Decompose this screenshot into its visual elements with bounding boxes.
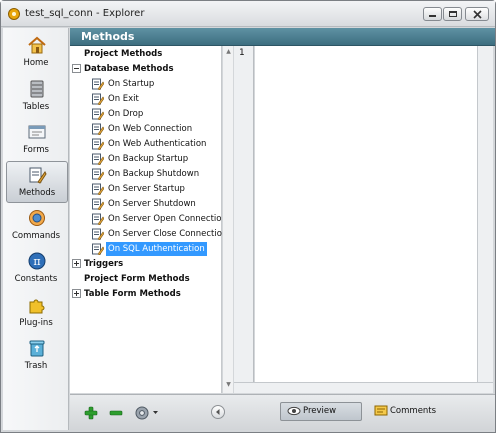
tree-item-project-form-methods[interactable]: Project Form Methods	[84, 272, 190, 286]
window-title: test_sql_conn - Explorer	[25, 8, 145, 19]
app-icon	[8, 8, 20, 20]
scroll-down-icon[interactable]: ▼	[224, 381, 233, 391]
method-icon	[92, 228, 104, 240]
tree-group-database-methods[interactable]: Database Methods	[72, 62, 222, 76]
method-icon	[92, 168, 104, 180]
method-label: On Startup	[108, 79, 155, 89]
nav-item-home[interactable]: Home	[6, 32, 68, 74]
nav-label-trash: Trash	[24, 361, 48, 371]
collapse-toggle-icon[interactable]	[72, 64, 81, 73]
nav-label-forms: Forms	[23, 145, 49, 155]
plugins-icon	[29, 299, 45, 314]
nav-label-methods: Methods	[18, 188, 56, 198]
add-icon[interactable]	[84, 406, 98, 420]
method-icon	[92, 213, 104, 225]
title-bar: test_sql_conn - Explorer	[1, 1, 495, 27]
nav-label-constants: Constants	[14, 274, 58, 284]
editor-vertical-scrollbar[interactable]	[477, 46, 493, 382]
remove-icon[interactable]	[109, 406, 123, 420]
methods-tree: Project Methods Database Methods On Star…	[70, 46, 227, 393]
method-icon	[92, 243, 104, 255]
method-label: On Backup Shutdown	[108, 169, 200, 179]
collapse-pane-button[interactable]	[211, 405, 225, 419]
gear-menu-icon[interactable]	[134, 405, 160, 421]
method-icon	[92, 138, 104, 150]
nav-item-trash[interactable]: Trash	[6, 335, 68, 377]
maximize-icon	[449, 11, 457, 17]
comments-label: Comments	[390, 406, 437, 416]
method-icon	[92, 93, 104, 105]
nav-label-tables: Tables	[22, 102, 50, 112]
tree-group-label: Table Form Methods	[84, 289, 181, 299]
trash-icon	[29, 340, 45, 357]
constants-icon: π	[28, 252, 46, 270]
tables-icon	[30, 80, 44, 98]
code-editor[interactable]	[255, 46, 477, 382]
tree-item-project-methods[interactable]: Project Methods	[84, 47, 162, 61]
method-label: On SQL Authentication	[106, 242, 207, 256]
method-label: On Server Startup	[108, 184, 185, 194]
method-label: On Web Authentication	[108, 139, 207, 149]
method-icon	[92, 198, 104, 210]
close-icon	[473, 10, 482, 19]
method-icon	[92, 78, 104, 90]
tree-group-triggers[interactable]: Triggers	[72, 257, 222, 271]
method-icon	[92, 153, 104, 165]
eye-icon	[287, 406, 301, 416]
maximize-button[interactable]	[443, 7, 462, 21]
tree-group-label: Database Methods	[84, 64, 174, 74]
close-button[interactable]	[465, 7, 489, 21]
expand-toggle-icon[interactable]	[72, 289, 81, 298]
comment-icon	[374, 405, 388, 416]
line-number-gutter: 1	[234, 46, 254, 382]
method-label: On Server Close Connection	[108, 229, 228, 239]
nav-label-home: Home	[23, 58, 49, 68]
expand-toggle-icon[interactable]	[72, 259, 81, 268]
method-icon	[92, 183, 104, 195]
method-label: On Server Shutdown	[108, 199, 196, 209]
commands-icon	[29, 210, 45, 226]
preview-label: Preview	[303, 406, 337, 416]
method-label: On Backup Startup	[108, 154, 189, 164]
preview-tab[interactable]: Preview	[280, 402, 362, 421]
nav-item-methods[interactable]: Methods	[6, 161, 68, 203]
minimize-button[interactable]	[423, 7, 442, 21]
method-label: On Server Open Connection	[108, 214, 227, 224]
tree-scrollbar[interactable]: ▲ ▼	[222, 46, 233, 393]
nav-label-plugins: Plug-ins	[19, 318, 53, 328]
bottom-toolbar: Preview Comments	[70, 394, 495, 430]
forms-icon	[28, 125, 46, 139]
nav-item-commands[interactable]: Commands	[6, 205, 68, 247]
method-label: On Drop	[108, 109, 144, 119]
line-number: 1	[239, 48, 245, 58]
nav-item-constants[interactable]: π Constants	[6, 248, 68, 290]
nav-item-forms[interactable]: Forms	[6, 119, 68, 161]
comments-tab[interactable]: Comments	[367, 402, 453, 421]
nav-item-tables[interactable]: Tables	[6, 76, 68, 118]
tree-group-label: Triggers	[84, 259, 124, 269]
home-icon	[28, 36, 46, 54]
method-icon	[92, 123, 104, 135]
scroll-up-icon[interactable]: ▲	[224, 48, 233, 58]
method-label: On Exit	[108, 94, 139, 104]
method-label: On Web Connection	[108, 124, 193, 134]
methods-icon	[29, 167, 47, 184]
tree-group-table-form-methods[interactable]: Table Form Methods	[72, 287, 222, 301]
editor-horizontal-scrollbar[interactable]	[234, 382, 493, 393]
nav-sidebar: Home Tables Forms Methods Commands π Con…	[3, 28, 69, 430]
svg-text:π: π	[33, 255, 40, 268]
nav-item-plugins[interactable]: Plug-ins	[6, 292, 68, 334]
arrow-left-icon	[216, 409, 220, 415]
method-icon	[92, 108, 104, 120]
section-header: Methods	[70, 28, 495, 46]
nav-label-commands: Commands	[11, 231, 61, 241]
explorer-window: test_sql_conn - Explorer Home Tables For…	[0, 0, 496, 433]
minimize-icon	[429, 15, 436, 17]
section-title: Methods	[81, 30, 135, 43]
